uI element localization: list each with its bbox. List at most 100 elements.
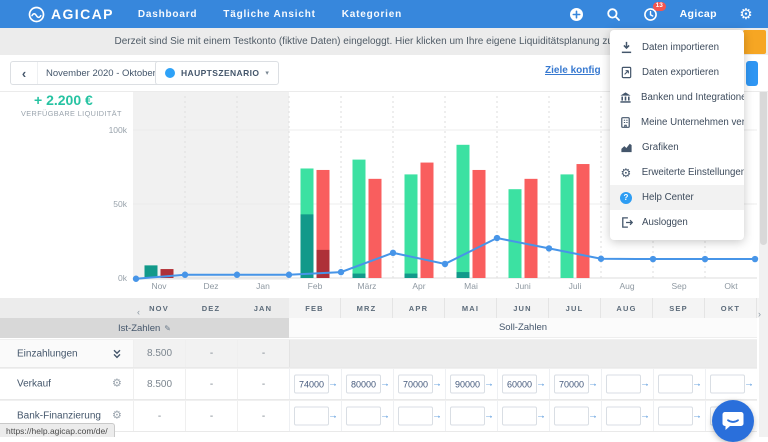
apply-forward-arrow-icon[interactable]: →	[484, 379, 494, 390]
apply-forward-arrow-icon[interactable]: →	[328, 411, 338, 422]
month-column-header: NOV	[133, 298, 185, 318]
row-label[interactable]: Bank-Finanzierung	[17, 411, 101, 422]
soll-value-input[interactable]	[502, 407, 537, 426]
svg-text:50k: 50k	[113, 199, 127, 209]
row-settings-gear-icon[interactable]: ⚙	[112, 379, 122, 390]
menu-item-daten-exportieren[interactable]: Daten exportieren	[610, 60, 744, 85]
agicap-logo-icon	[28, 6, 45, 23]
month-column-header: JUN	[497, 298, 549, 318]
table-scroll-right-icon[interactable]: ›	[758, 309, 761, 319]
gear-icon[interactable]: ⚙	[738, 6, 754, 22]
menu-item-ausloggen[interactable]: Ausloggen	[610, 210, 744, 235]
toolbar-primary-button[interactable]	[746, 61, 758, 86]
scenario-selector[interactable]: HAUPTSZENARIO ▾	[155, 61, 279, 85]
soll-value-input[interactable]	[398, 407, 433, 426]
charts-icon	[619, 141, 633, 154]
soll-value-input[interactable]: 80000	[346, 375, 381, 394]
soll-cell: →	[341, 401, 393, 431]
prev-period-button[interactable]: ‹	[11, 62, 37, 84]
soll-cell: 60000→	[497, 369, 549, 399]
scenario-label: HAUPTSZENARIO	[181, 68, 259, 78]
soll-group-strip	[289, 340, 757, 367]
apply-forward-arrow-icon[interactable]: →	[484, 411, 494, 422]
nav-dashboard[interactable]: Dashboard	[138, 9, 197, 20]
ist-zahlen-header[interactable]: Ist-Zahlen ✎	[0, 318, 289, 338]
soll-value-input[interactable]	[346, 407, 381, 426]
menu-item-daten-importieren[interactable]: Daten importieren	[610, 35, 744, 60]
soll-value-input[interactable]	[710, 375, 745, 394]
notifications-clock-icon[interactable]: 13	[643, 6, 659, 22]
collapse-row-icon[interactable]	[112, 349, 122, 359]
row-settings-gear-icon[interactable]: ⚙	[112, 411, 122, 422]
svg-text:Sep: Sep	[671, 281, 686, 291]
soll-value-input[interactable]: 90000	[450, 375, 485, 394]
apply-forward-arrow-icon[interactable]: →	[744, 379, 754, 390]
apply-forward-arrow-icon[interactable]: →	[588, 411, 598, 422]
month-column-header: MAI	[445, 298, 497, 318]
user-menu[interactable]: Agicap	[680, 8, 717, 20]
soll-cell: →	[653, 369, 705, 399]
link-preview-statusbar: https://help.agicap.com/de/	[0, 423, 115, 437]
configure-goals-link[interactable]: Ziele konfig	[545, 65, 601, 76]
apply-forward-arrow-icon[interactable]: →	[432, 411, 442, 422]
nav-taegliche-ansicht[interactable]: Tägliche Ansicht	[223, 9, 315, 20]
soll-value-input[interactable]	[606, 375, 641, 394]
soll-value-input[interactable]	[658, 375, 693, 394]
soll-value-input[interactable]	[606, 407, 641, 426]
settings-menu: Daten importieren Daten exportieren Banken…	[610, 30, 744, 240]
apply-forward-arrow-icon[interactable]: →	[640, 379, 650, 390]
soll-value-input[interactable]	[294, 407, 329, 426]
help-icon: ?	[619, 192, 633, 204]
soll-value-input[interactable]	[658, 407, 693, 426]
table-scroll-left-icon[interactable]: ‹	[137, 307, 140, 317]
svg-text:100k: 100k	[109, 125, 128, 135]
menu-item-banken-und-integrationen[interactable]: Banken und Integrationen	[610, 85, 744, 110]
nav-kategorien[interactable]: Kategorien	[342, 9, 402, 20]
scenario-color-dot	[165, 68, 175, 78]
banner-action-button[interactable]	[743, 30, 766, 54]
chevron-down-icon: ▾	[265, 69, 269, 77]
soll-cell: →	[445, 401, 497, 431]
soll-value-input[interactable]: 74000	[294, 375, 329, 394]
soll-cell: 70000→	[393, 369, 445, 399]
menu-item-label: Erweiterte Einstellungen	[642, 167, 744, 178]
main-nav: Dashboard Tägliche Ansicht Kategorien	[138, 9, 402, 20]
settings-icon: ⚙	[619, 167, 633, 179]
apply-forward-arrow-icon[interactable]: →	[432, 379, 442, 390]
apply-forward-arrow-icon[interactable]: →	[536, 379, 546, 390]
apply-forward-arrow-icon[interactable]: →	[692, 411, 702, 422]
apply-forward-arrow-icon[interactable]: →	[380, 411, 390, 422]
apply-forward-arrow-icon[interactable]: →	[536, 411, 546, 422]
agicap-logo[interactable]: AGICAP	[28, 6, 114, 23]
chat-widget-button[interactable]	[712, 400, 754, 442]
apply-forward-arrow-icon[interactable]: →	[328, 379, 338, 390]
month-column-header: MRZ	[341, 298, 393, 318]
apply-forward-arrow-icon[interactable]: →	[692, 379, 702, 390]
soll-value-input[interactable]	[450, 407, 485, 426]
soll-value-input[interactable]	[554, 407, 589, 426]
row-label[interactable]: Einzahlungen	[17, 348, 78, 359]
menu-item-label: Daten exportieren	[642, 67, 719, 78]
soll-value-input[interactable]: 60000	[502, 375, 537, 394]
month-column-header: JAN	[237, 298, 289, 318]
menu-item-erweiterte-einstellungen[interactable]: ⚙ Erweiterte Einstellungen	[610, 160, 744, 185]
apply-forward-arrow-icon[interactable]: →	[588, 379, 598, 390]
add-icon[interactable]	[569, 6, 585, 22]
search-icon[interactable]	[606, 6, 622, 22]
ist-value-cell: -	[237, 369, 289, 399]
svg-text:0k: 0k	[118, 273, 128, 283]
svg-text:Aug: Aug	[619, 281, 634, 291]
month-column-header: APR	[393, 298, 445, 318]
export-icon	[619, 66, 633, 79]
soll-cell: →	[705, 369, 757, 399]
menu-item-grafiken[interactable]: Grafiken	[610, 135, 744, 160]
menu-item-label: Meine Unternehmen verwalt...	[641, 117, 744, 128]
apply-forward-arrow-icon[interactable]: →	[380, 379, 390, 390]
menu-item-help-center[interactable]: ?Help Center	[610, 185, 744, 210]
menu-item-meine-unternehmen-verwalt[interactable]: Meine Unternehmen verwalt...	[610, 110, 744, 135]
apply-forward-arrow-icon[interactable]: →	[640, 411, 650, 422]
month-column-header: JUL	[549, 298, 601, 318]
row-label[interactable]: Verkauf	[17, 379, 51, 390]
soll-value-input[interactable]: 70000	[554, 375, 589, 394]
soll-value-input[interactable]: 70000	[398, 375, 433, 394]
